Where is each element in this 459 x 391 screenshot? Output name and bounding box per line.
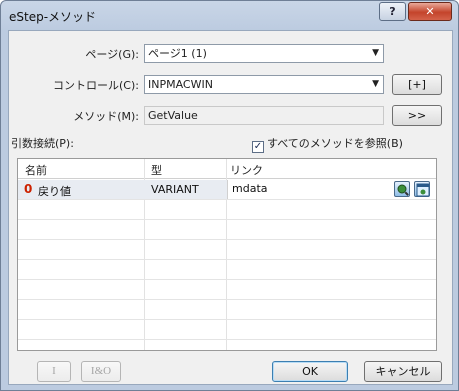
control-label: コントロール(C):: [53, 79, 139, 92]
row-divider: [18, 219, 436, 220]
show-all-methods-checkbox[interactable]: ✓ すべてのメソッドを参照(B): [252, 135, 403, 153]
header-type: 型: [151, 164, 162, 177]
row-index: 0: [24, 182, 33, 196]
method-field: GetValue: [144, 106, 384, 125]
header-name: 名前: [25, 164, 47, 177]
show-all-methods-label: すべてのメソッドを参照(B): [267, 137, 403, 150]
input-button[interactable]: I: [37, 361, 71, 382]
help-button[interactable]: ?: [379, 2, 406, 21]
row-divider: [18, 339, 436, 340]
args-label: 引数接続(P):: [11, 137, 74, 150]
link-field[interactable]: mdata: [227, 180, 436, 199]
ok-button[interactable]: OK: [272, 361, 348, 382]
page-label: ページ(G):: [85, 48, 139, 61]
row-divider: [18, 199, 436, 200]
search-icon[interactable]: [394, 181, 410, 197]
method-dialog: eStep-メソッド ? ✕ ページ(G): ページ1 (1) ▼ コントロール…: [0, 0, 459, 391]
link-value: mdata: [232, 182, 268, 195]
row-divider: [18, 239, 436, 240]
row-divider: [18, 299, 436, 300]
window-title: eStep-メソッド: [9, 10, 97, 24]
window-icon[interactable]: [414, 181, 430, 197]
add-control-button[interactable]: [+]: [392, 74, 442, 95]
chevron-down-icon: ▼: [372, 79, 379, 89]
method-browse-button[interactable]: >>: [392, 105, 442, 126]
title-bar[interactable]: eStep-メソッド ? ✕: [1, 1, 458, 29]
close-button[interactable]: ✕: [408, 2, 452, 21]
cancel-button[interactable]: キャンセル: [364, 361, 442, 382]
page-select[interactable]: ページ1 (1) ▼: [144, 44, 384, 63]
control-select[interactable]: INPMACWIN ▼: [144, 75, 384, 94]
row-divider: [18, 259, 436, 260]
row-divider: [18, 319, 436, 320]
method-label: メソッド(M):: [73, 110, 139, 123]
row-name: 戻り値: [38, 185, 71, 198]
checkbox-check-icon: ✓: [252, 141, 264, 153]
dialog-body: ページ(G): ページ1 (1) ▼ コントロール(C): INPMACWIN …: [8, 30, 453, 385]
header-link: リンク: [230, 164, 263, 177]
input-output-button[interactable]: I&O: [81, 361, 121, 382]
control-select-value: INPMACWIN: [148, 78, 213, 91]
chevron-down-icon: ▼: [372, 48, 379, 58]
page-select-value: ページ1 (1): [148, 47, 207, 60]
argument-table: 名前 型 リンク 0 戻り値 VARIANT mdata: [17, 158, 437, 351]
row-divider: [18, 279, 436, 280]
row-type: VARIANT: [151, 183, 199, 196]
table-header: 名前 型 リンク: [18, 159, 436, 179]
